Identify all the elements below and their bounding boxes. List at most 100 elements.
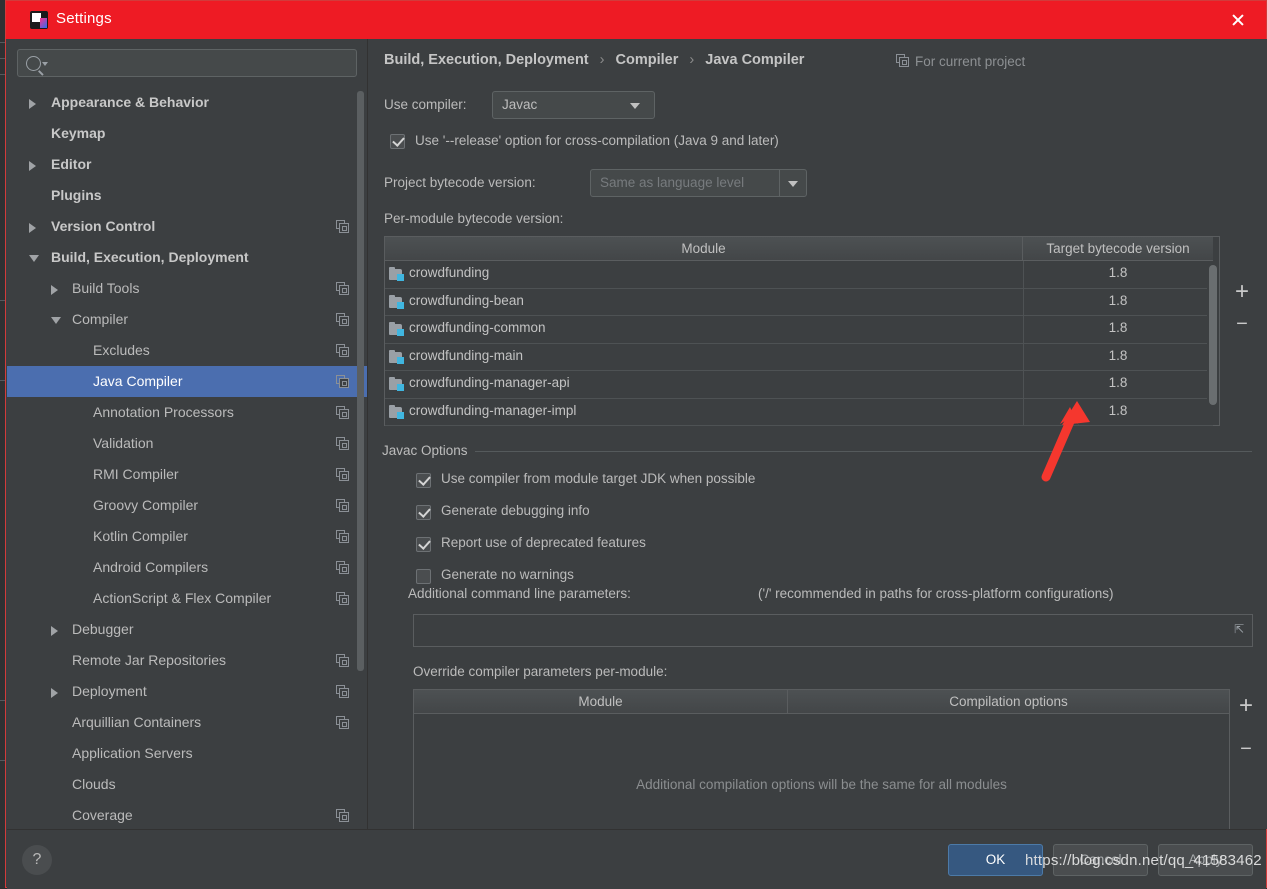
chevron-right-icon[interactable]: [29, 223, 36, 233]
remove-module-button[interactable]: −: [1230, 314, 1254, 334]
project-bytecode-value: Same as language level: [600, 175, 745, 190]
sidebar-item-debugger[interactable]: Debugger: [7, 614, 367, 645]
sidebar-item-plugins[interactable]: Plugins: [7, 180, 367, 211]
sidebar-item-version-control[interactable]: Version Control: [7, 211, 367, 242]
javac-option-checkbox[interactable]: [416, 473, 431, 488]
sidebar-item-actionscript-flex-compiler[interactable]: ActionScript & Flex Compiler: [7, 583, 367, 614]
sidebar-item-application-servers[interactable]: Application Servers: [7, 738, 367, 769]
project-bytecode-dropdown[interactable]: Same as language level: [590, 169, 807, 197]
combo-divider: [779, 170, 780, 196]
javac-option-checkbox[interactable]: [416, 569, 431, 584]
table-row[interactable]: crowdfunding-main 1.8: [385, 344, 1213, 371]
title-bar: Settings: [6, 1, 1266, 39]
chevron-down-icon: [42, 62, 48, 66]
target-bytecode-version[interactable]: 1.8: [1023, 348, 1213, 363]
chevron-right-icon[interactable]: [29, 161, 36, 171]
module-icon: [389, 294, 404, 309]
expand-icon[interactable]: ⇱: [1234, 623, 1246, 635]
sidebar-scrollbar-thumb[interactable]: [357, 91, 364, 671]
sidebar-item-annotation-processors[interactable]: Annotation Processors: [7, 397, 367, 428]
chevron-right-icon[interactable]: [51, 626, 58, 636]
chevron-down-icon[interactable]: [29, 255, 39, 267]
override-params-table[interactable]: Module Compilation options Additional co…: [413, 689, 1230, 841]
target-bytecode-version[interactable]: 1.8: [1023, 320, 1213, 335]
add-override-button[interactable]: +: [1234, 694, 1258, 718]
search-field[interactable]: [17, 49, 357, 77]
column-header-compilation-options[interactable]: Compilation options: [788, 690, 1229, 714]
sidebar-item-label: Debugger: [72, 621, 134, 637]
sidebar-item-remote-jar-repositories[interactable]: Remote Jar Repositories: [7, 645, 367, 676]
sidebar-item-android-compilers[interactable]: Android Compilers: [7, 552, 367, 583]
module-name: crowdfunding: [409, 265, 490, 280]
project-scope-icon: [896, 54, 909, 68]
table-row[interactable]: crowdfunding-bean 1.8: [385, 289, 1213, 316]
javac-option-checkbox[interactable]: [416, 537, 431, 552]
settings-sidebar: Appearance & Behavior Keymap Editor Plugins…: [7, 39, 367, 829]
sidebar-item-arquillian-containers[interactable]: Arquillian Containers: [7, 707, 367, 738]
column-header-override-module[interactable]: Module: [414, 690, 788, 714]
project-scope-icon: [336, 561, 349, 574]
sidebar-item-label: RMI Compiler: [93, 466, 179, 482]
remove-override-button[interactable]: −: [1234, 739, 1258, 759]
target-bytecode-version[interactable]: 1.8: [1023, 403, 1213, 418]
sidebar-item-compiler[interactable]: Compiler: [7, 304, 367, 335]
module-name: crowdfunding-main: [409, 347, 524, 363]
breadcrumb-part-1[interactable]: Build, Execution, Deployment: [384, 52, 589, 68]
target-bytecode-version[interactable]: 1.8: [1023, 265, 1213, 280]
sidebar-item-rmi-compiler[interactable]: RMI Compiler: [7, 459, 367, 490]
sidebar-item-coverage[interactable]: Coverage: [7, 800, 367, 829]
sidebar-item-editor[interactable]: Editor: [7, 149, 367, 180]
override-params-label: Override compiler parameters per-module:: [413, 664, 668, 679]
sidebar-item-deployment[interactable]: Deployment: [7, 676, 367, 707]
sidebar-item-clouds[interactable]: Clouds: [7, 769, 367, 800]
watermark-text: https://blog.csdn.net/qq_41583462: [1025, 852, 1262, 869]
chevron-right-icon[interactable]: [51, 688, 58, 698]
sidebar-item-kotlin-compiler[interactable]: Kotlin Compiler: [7, 521, 367, 552]
close-icon[interactable]: [1214, 1, 1260, 39]
project-scope-icon: [336, 406, 349, 419]
sidebar-item-keymap[interactable]: Keymap: [7, 118, 367, 149]
sidebar-item-build-tools[interactable]: Build Tools: [7, 273, 367, 304]
javac-option-checkbox[interactable]: [416, 505, 431, 520]
project-scope-icon: [336, 499, 349, 512]
table-row[interactable]: crowdfunding 1.8: [385, 261, 1213, 289]
sidebar-item-excludes[interactable]: Excludes: [7, 335, 367, 366]
sidebar-item-label: Coverage: [72, 807, 133, 823]
use-compiler-dropdown[interactable]: Javac: [492, 91, 655, 119]
project-scope-icon: [336, 685, 349, 698]
sidebar-item-groovy-compiler[interactable]: Groovy Compiler: [7, 490, 367, 521]
use-compiler-value: Javac: [502, 97, 538, 112]
breadcrumb-part-2[interactable]: Compiler: [616, 52, 679, 68]
project-scope-icon: [336, 344, 349, 357]
sidebar-item-validation[interactable]: Validation: [7, 428, 367, 459]
add-module-button[interactable]: +: [1230, 280, 1254, 304]
column-header-target-bytecode[interactable]: Target bytecode version: [1023, 237, 1213, 261]
sidebar-item-appearance-behavior[interactable]: Appearance & Behavior: [7, 87, 367, 118]
table-row[interactable]: crowdfunding-manager-api 1.8: [385, 371, 1213, 399]
sidebar-item-java-compiler[interactable]: Java Compiler: [7, 366, 367, 397]
search-input[interactable]: [52, 53, 351, 75]
sidebar-item-label: Java Compiler: [93, 373, 183, 389]
target-bytecode-version[interactable]: 1.8: [1023, 375, 1213, 390]
help-button[interactable]: ?: [22, 845, 52, 875]
table-row[interactable]: crowdfunding-manager-impl 1.8: [385, 399, 1213, 426]
module-icon: [389, 377, 404, 391]
project-scope-icon: [336, 654, 349, 667]
sidebar-item-label: Build Tools: [72, 280, 140, 296]
breadcrumb-separator: ›: [599, 52, 605, 68]
module-icon: [389, 322, 404, 336]
javac-options-caption: Javac Options: [382, 443, 475, 458]
release-option-checkbox[interactable]: [390, 134, 405, 149]
column-header-module[interactable]: Module: [385, 237, 1023, 261]
chevron-right-icon[interactable]: [29, 99, 36, 109]
chevron-right-icon[interactable]: [51, 285, 58, 295]
sidebar-item-label: Editor: [51, 156, 92, 172]
module-bytecode-table[interactable]: Module Target bytecode version crowdfund…: [384, 236, 1220, 426]
sidebar-item-build-execution-deployment[interactable]: Build, Execution, Deployment: [7, 242, 367, 273]
chevron-down-icon[interactable]: [51, 317, 61, 329]
project-scope-icon: [336, 375, 349, 388]
table-row[interactable]: crowdfunding-common 1.8: [385, 316, 1213, 344]
additional-params-input[interactable]: ⇱: [413, 614, 1253, 647]
target-bytecode-version[interactable]: 1.8: [1023, 293, 1213, 308]
table-scrollbar-thumb[interactable]: [1209, 265, 1217, 405]
